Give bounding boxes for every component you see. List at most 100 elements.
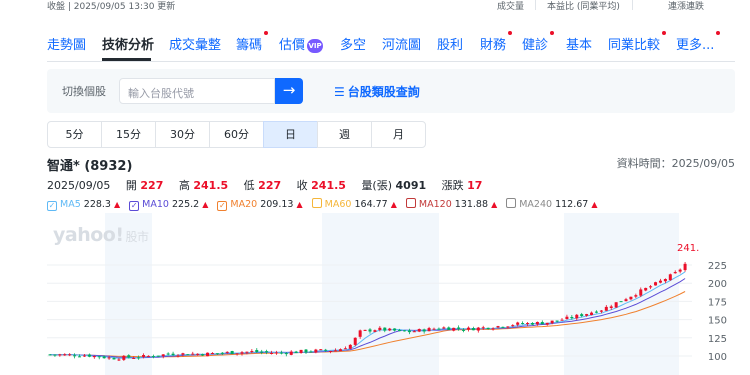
candle-body	[73, 355, 77, 357]
high-value: 241.5	[193, 179, 229, 192]
ma-legend: ✓ MA5 228.3 ▲ ✓ MA10 225.2 ▲ ✓ MA20 209.13 ▲ M…	[47, 198, 607, 211]
vip-badge: VIP	[307, 39, 324, 53]
tab-7[interactable]: 股利	[437, 34, 463, 53]
ma-legend-item[interactable]: MA240 112.67 ▲	[506, 198, 598, 210]
tab-6[interactable]: 河流圖	[382, 34, 421, 53]
period-button[interactable]: 月	[371, 121, 426, 148]
y-tick-label: 175	[708, 297, 727, 308]
candle-body	[166, 353, 170, 355]
ma-label: MA10	[142, 199, 169, 210]
ma-legend-item[interactable]: MA60 164.77 ▲	[311, 198, 397, 210]
candle-body	[516, 322, 520, 325]
streak-link[interactable]: 連漲連跌	[668, 0, 704, 12]
tab-4[interactable]: 估價 VIP	[279, 34, 324, 53]
category-search-link[interactable]: ☰ 台股類股查詢	[334, 83, 420, 100]
tab-label: 河流圖	[382, 38, 422, 53]
candle-body	[250, 351, 254, 353]
candle-body	[491, 328, 495, 330]
candlestick-chart[interactable]: 225 200 175 150 125 100 241.	[47, 213, 735, 375]
candle-body	[624, 299, 628, 302]
checkbox[interactable]	[506, 198, 517, 208]
candle-body	[594, 311, 598, 313]
candle-body	[358, 330, 362, 337]
tab-10[interactable]: 基本	[566, 34, 592, 53]
ma-legend-item[interactable]: ✓ MA20 209.13 ▲	[217, 199, 303, 211]
ma-value: 228.3	[83, 199, 111, 210]
notification-dot	[264, 31, 269, 35]
period-button[interactable]: 15分	[101, 121, 156, 148]
ma-value: 164.77	[354, 199, 388, 210]
candle-body	[48, 354, 52, 356]
candle-body	[230, 351, 234, 354]
candle-body	[452, 327, 456, 331]
checkbox[interactable]: ✓	[217, 201, 228, 211]
tab-1[interactable]: 技術分析	[102, 34, 154, 53]
volume-link[interactable]: 成交量	[497, 0, 524, 12]
ma-label: MA20	[230, 199, 258, 210]
candle-body	[585, 314, 589, 316]
tab-12[interactable]: 更多...	[676, 31, 721, 53]
candle-body	[215, 353, 219, 355]
candle-body	[614, 302, 618, 308]
candle-body	[590, 312, 594, 315]
tab-5[interactable]: 多空	[340, 34, 366, 53]
candle-body	[378, 327, 382, 330]
candle-body	[471, 328, 475, 331]
tab-label: 更多...	[676, 38, 715, 53]
checkbox[interactable]	[311, 198, 322, 208]
up-arrow-icon: ▲	[114, 200, 121, 209]
candle-body	[629, 296, 633, 300]
tab-0[interactable]: 走勢圖	[47, 34, 86, 53]
candle-body	[609, 306, 613, 308]
tab-2[interactable]: 成交彙整	[169, 34, 221, 53]
checkbox[interactable]: ✓	[47, 201, 57, 211]
candle-body	[668, 274, 672, 281]
notification-dot	[550, 31, 555, 35]
arrow-right-icon[interactable]: →	[275, 78, 303, 104]
candle-body	[260, 351, 264, 353]
candle-body	[176, 355, 180, 357]
candle-body	[521, 323, 525, 325]
ma-legend-item[interactable]: MA120 131.88 ▲	[405, 198, 497, 210]
pe-ratio-link[interactable]: 本益比 (同業平均)	[547, 0, 620, 12]
candle-body	[649, 286, 653, 288]
period-button[interactable]: 日	[263, 121, 318, 148]
candle-body	[683, 263, 687, 271]
stock-code-input[interactable]: 輸入台股代號	[119, 78, 275, 104]
ma-value: 131.88	[454, 199, 489, 210]
checkbox[interactable]: ✓	[129, 201, 140, 211]
candle-body	[304, 349, 308, 353]
candle-body	[343, 348, 347, 350]
y-tick-label: 150	[708, 316, 727, 327]
candle-body	[393, 328, 397, 331]
candle-body	[663, 279, 667, 282]
candle-body	[82, 355, 86, 357]
candle-body	[265, 351, 269, 353]
tab-11[interactable]: 同業比較	[608, 31, 667, 53]
tab-label: 財務	[480, 38, 507, 53]
candle-body	[619, 301, 623, 303]
candle-body	[506, 326, 510, 328]
ma-legend-item[interactable]: ✓ MA5 228.3 ▲	[47, 199, 120, 211]
period-button[interactable]: 5分	[47, 121, 102, 148]
category-search-label: 台股類股查詢	[347, 85, 420, 99]
tab-8[interactable]: 財務	[480, 31, 513, 53]
period-button[interactable]: 60分	[209, 121, 264, 148]
ma-legend-item[interactable]: ✓ MA10 225.2 ▲	[129, 199, 208, 211]
candle-body	[476, 327, 480, 331]
candle-body	[68, 354, 72, 356]
candle-body	[191, 353, 195, 355]
tab-9[interactable]: 健診	[522, 31, 555, 53]
ma-label: MA120	[418, 199, 452, 210]
tab-3[interactable]: 籌碼	[236, 31, 269, 53]
candle-body	[225, 351, 229, 353]
candle-body	[530, 323, 534, 325]
period-button[interactable]: 30分	[155, 121, 210, 148]
candle-body	[363, 329, 367, 331]
chart-band	[564, 213, 679, 375]
data-time: 資料時間：2025/09/05	[616, 157, 735, 170]
checkbox[interactable]	[405, 198, 416, 208]
candle-body	[599, 310, 603, 312]
open-label: 開	[125, 179, 137, 192]
period-button[interactable]: 週	[317, 121, 372, 148]
